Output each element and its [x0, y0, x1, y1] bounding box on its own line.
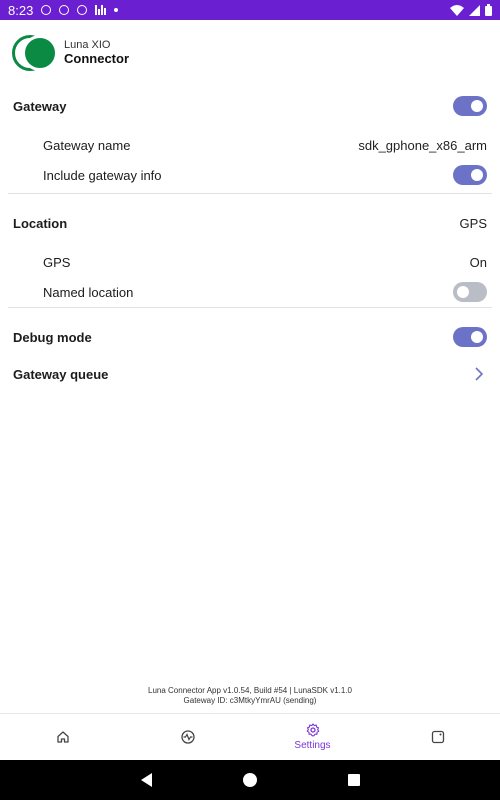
settings-icon	[306, 723, 319, 737]
brand-text: Luna XIO Connector	[64, 39, 129, 67]
divider	[8, 307, 492, 308]
gateway-queue-row[interactable]: Gateway queue	[0, 362, 500, 386]
version-text: Luna Connector App v1.0.54, Build #54 | …	[148, 686, 352, 695]
status-time: 8:23	[8, 2, 34, 18]
named-location-toggle[interactable]	[453, 282, 487, 302]
dot-icon	[114, 8, 119, 12]
battery-icon	[485, 4, 492, 16]
luna-logo	[12, 35, 60, 71]
named-location-label: Named location	[43, 284, 134, 300]
location-value: GPS	[459, 215, 487, 231]
debug-mode-toggle[interactable]	[453, 327, 487, 347]
location-label: Location	[13, 215, 68, 231]
debug-mode-label: Debug mode	[13, 329, 92, 345]
include-gateway-info-row: Include gateway info	[0, 163, 500, 187]
home-icon	[56, 731, 69, 743]
brand-bottom: Connector	[64, 50, 129, 66]
system-nav-bar	[0, 760, 500, 800]
named-location-row: Named location	[0, 280, 500, 304]
nav-home[interactable]	[0, 714, 125, 760]
gateway-name-label: Gateway name	[43, 137, 131, 153]
app-header: Luna XIO Connector	[12, 33, 129, 73]
gateway-label: Gateway	[13, 98, 67, 114]
bottom-nav: Settings	[0, 713, 500, 760]
gateway-queue-label: Gateway queue	[13, 366, 109, 382]
activity-icon	[180, 730, 195, 744]
divider	[8, 193, 492, 194]
gateway-name-value: sdk_gphone_x86_arm	[358, 137, 487, 153]
gps-label: GPS	[43, 254, 71, 270]
include-gateway-info-toggle[interactable]	[453, 165, 487, 185]
debug-mode-row: Debug mode	[0, 325, 500, 349]
nav-settings[interactable]: Settings	[250, 714, 375, 760]
chevron-right-icon[interactable]	[471, 366, 487, 382]
back-icon[interactable]	[140, 773, 152, 787]
status-bar: 8:23	[0, 0, 500, 20]
notification-icon	[41, 5, 52, 15]
gps-value: On	[469, 254, 487, 270]
signal-activity-icon	[95, 5, 107, 15]
gateway-name-row: Gateway name sdk_gphone_x86_arm	[0, 134, 500, 156]
gps-row[interactable]: GPS On	[0, 251, 500, 273]
version-info: Luna Connector App v1.0.54, Build #54 | …	[0, 686, 500, 707]
gateway-row: Gateway	[0, 94, 500, 118]
cellular-icon	[469, 4, 480, 16]
include-gateway-info-label: Include gateway info	[43, 167, 162, 183]
home-button-icon[interactable]	[242, 773, 257, 787]
location-row[interactable]: Location GPS	[0, 212, 500, 234]
wifi-icon	[450, 4, 464, 16]
device-icon	[431, 730, 444, 744]
notification-icon	[77, 5, 88, 15]
recents-icon[interactable]	[347, 774, 360, 786]
brand-top: Luna XIO	[64, 39, 111, 52]
gateway-toggle[interactable]	[453, 96, 487, 116]
nav-activity[interactable]	[125, 714, 250, 760]
nav-settings-label: Settings	[294, 740, 331, 751]
nav-device[interactable]	[375, 714, 500, 760]
gateway-id-text: Gateway ID: c3MtkyYmrAU (sending)	[183, 696, 317, 706]
notification-icon	[59, 5, 70, 15]
